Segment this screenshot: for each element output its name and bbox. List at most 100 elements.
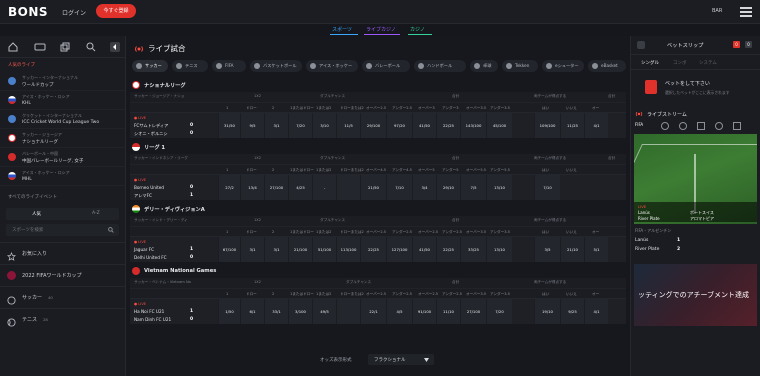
fifa-icon[interactable]: FIFA [635, 122, 643, 130]
odd-button[interactable]: 109/100 [534, 113, 560, 138]
odd-button[interactable]: - [312, 175, 336, 200]
sport-tab-fifa[interactable]: FIFA [212, 60, 246, 72]
sport-tab-ebasket[interactable]: eBasket [588, 60, 626, 72]
odd-button[interactable]: 41/50 [412, 237, 436, 262]
match-row[interactable]: ● LIVE Ha Noi FC U21 Nam Dinh FC U21 1 0… [130, 298, 626, 324]
odd-button[interactable]: 31/50 [218, 113, 240, 138]
odd-button[interactable]: 1/50 [218, 299, 240, 324]
odd-button[interactable]: 4/1 [584, 299, 608, 324]
odd-button[interactable]: 7/10 [386, 175, 412, 200]
league-header[interactable]: Vietnam National Games [130, 264, 626, 278]
odd-button[interactable]: 27/100 [264, 175, 288, 200]
esport-icon[interactable] [733, 122, 741, 130]
ice-hockey-icon[interactable] [697, 122, 705, 130]
odd-button[interactable]: 41/50 [412, 113, 436, 138]
odd-button[interactable]: 13/4 [240, 175, 264, 200]
odd-button[interactable]: 4/5 [386, 299, 412, 324]
sidebar-item-icc[interactable]: クリケット・インターナショナル ICC Cricket World Cup Lea… [0, 110, 125, 129]
odd-button[interactable]: 97/20 [386, 113, 412, 138]
promo-banner[interactable]: ッティングでのアチーブメント達成 [634, 264, 757, 326]
tennis-icon[interactable] [715, 122, 723, 130]
basketball-icon[interactable] [661, 122, 669, 130]
odd-button[interactable]: 45/100 [486, 113, 512, 138]
odd-button[interactable]: 7/5 [460, 175, 486, 200]
odd-button[interactable]: 4/25 [288, 175, 312, 200]
sport-tab-tekken[interactable]: Tekken [502, 60, 538, 72]
odd-button[interactable]: 11/5 [336, 113, 360, 138]
odd-button[interactable] [336, 175, 360, 200]
odd-button[interactable]: 5/1 [584, 237, 608, 262]
odd-button[interactable]: 3/1 [264, 113, 288, 138]
sidebar-item-mhl[interactable]: アイス・ホッケー・ロシア MHL [0, 167, 125, 186]
odd-button[interactable]: 127/100 [386, 237, 412, 262]
home-icon[interactable] [8, 42, 18, 52]
odd-button[interactable]: 29/10 [436, 175, 460, 200]
sidebar-worldcup-2022[interactable]: 2022 FIFAワールドカップ [0, 264, 125, 286]
league-header[interactable]: デリー・ディヴィジョンA [130, 202, 626, 216]
sport-search-input[interactable]: スポーツを検索 [6, 224, 119, 236]
tab-casino[interactable]: カジノ [410, 26, 425, 33]
live-stream-header[interactable]: ライブストリーム [631, 108, 760, 120]
match-row[interactable]: ● LIVE Borneo United アレマFC 0 1 27/2 13/4… [130, 174, 626, 200]
odd-button[interactable]: 49/5 [312, 299, 336, 324]
odd-button[interactable]: 7/20 [486, 299, 512, 324]
odd-button[interactable]: 67/100 [218, 237, 240, 262]
sport-tab-basketball[interactable]: バスケットボール [250, 60, 302, 72]
league-header[interactable]: リーグ 1 [130, 140, 626, 154]
odd-button[interactable]: 13/10 [486, 175, 512, 200]
expand-panel-icon[interactable] [637, 41, 645, 49]
sport-tab-table-tennis[interactable]: 卓球 [470, 60, 498, 72]
betslip-tab-single[interactable]: シングル [641, 60, 659, 66]
odds-format-select[interactable]: フラクショナル [368, 354, 434, 365]
odd-button[interactable]: 51/100 [312, 237, 336, 262]
sidebar-item-georgia[interactable]: サッカー・ジョージア ナショナルリーグ [0, 129, 125, 148]
sport-tab-handball[interactable]: ハンドボール [414, 60, 466, 72]
odd-button[interactable]: 9/5 [240, 113, 264, 138]
tab-sports[interactable]: スポーツ [332, 26, 352, 33]
odd-button[interactable]: 13/10 [486, 237, 512, 262]
odd-button[interactable]: 22/25 [436, 113, 460, 138]
match-row[interactable]: ● LIVE Jaguar FC Delhi United FC 1 0 67/… [130, 236, 626, 262]
odd-button[interactable]: 4/1 [584, 113, 608, 138]
sport-tab-eshooter[interactable]: eシューター [542, 60, 584, 72]
sport-tab-soccer[interactable]: サッカー [132, 60, 168, 72]
hamburger-menu-icon[interactable] [740, 7, 752, 17]
currency-selector[interactable]: BAR [712, 8, 722, 14]
betslip-tab-combo[interactable]: コンボ [673, 60, 687, 66]
sort-tab-az[interactable]: A-Z [92, 211, 100, 216]
betslip-settings-badge[interactable]: 0 [745, 41, 752, 48]
sport-tab-tennis[interactable]: テニス [172, 60, 208, 72]
login-link[interactable]: ログイン [62, 8, 86, 17]
odd-button[interactable]: 27/2 [218, 175, 240, 200]
odd-button[interactable]: 11/25 [560, 113, 584, 138]
odd-button[interactable]: 7/20 [288, 113, 312, 138]
odd-button[interactable]: 3/100 [288, 299, 312, 324]
sport-tab-ice-hockey[interactable]: アイス・ホッケー [306, 60, 358, 72]
odd-button[interactable]: 33/25 [460, 237, 486, 262]
register-button[interactable]: 今すぐ登録 [96, 4, 136, 18]
sidebar-item-khl[interactable]: アイス・ホッケー・ロシア KHL [0, 91, 125, 110]
search-icon[interactable] [86, 42, 96, 52]
odd-button[interactable]: 21/50 [360, 175, 386, 200]
odd-button[interactable] [336, 299, 360, 324]
odd-button[interactable]: 21/10 [560, 237, 584, 262]
odd-button[interactable]: 3/1 [264, 237, 288, 262]
tab-live-casino[interactable]: ライブカジノ [366, 26, 396, 33]
sidebar-favorites[interactable]: お気に入り [0, 242, 125, 264]
odd-button[interactable]: 29/100 [360, 113, 386, 138]
match-row[interactable]: ● LIVE FCサムトレディア シオニ・ボルニシ 0 0 31/50 9/5 … [130, 112, 626, 138]
odd-button[interactable]: 7/10 [534, 175, 560, 200]
sidebar-item-worldcup[interactable]: サッカー・インターナショナル ワールドカップ [0, 72, 125, 91]
odd-button[interactable]: 6/1 [240, 299, 264, 324]
ticket-icon[interactable] [34, 42, 46, 52]
odd-button[interactable]: 113/100 [336, 237, 360, 262]
sport-tab-volleyball[interactable]: バレーボール [362, 60, 410, 72]
odd-button[interactable]: 143/100 [460, 113, 486, 138]
sidebar-tennis[interactable]: テニス 28 [0, 308, 125, 330]
collapse-sidebar-icon[interactable] [110, 42, 120, 52]
soccer-icon[interactable] [679, 122, 687, 130]
sidebar-soccer[interactable]: サッカー 40 [0, 286, 125, 308]
odd-button[interactable]: 22/25 [436, 237, 460, 262]
sort-tab-popular[interactable]: 人気 [32, 211, 41, 217]
odd-button[interactable]: 91/100 [412, 299, 436, 324]
